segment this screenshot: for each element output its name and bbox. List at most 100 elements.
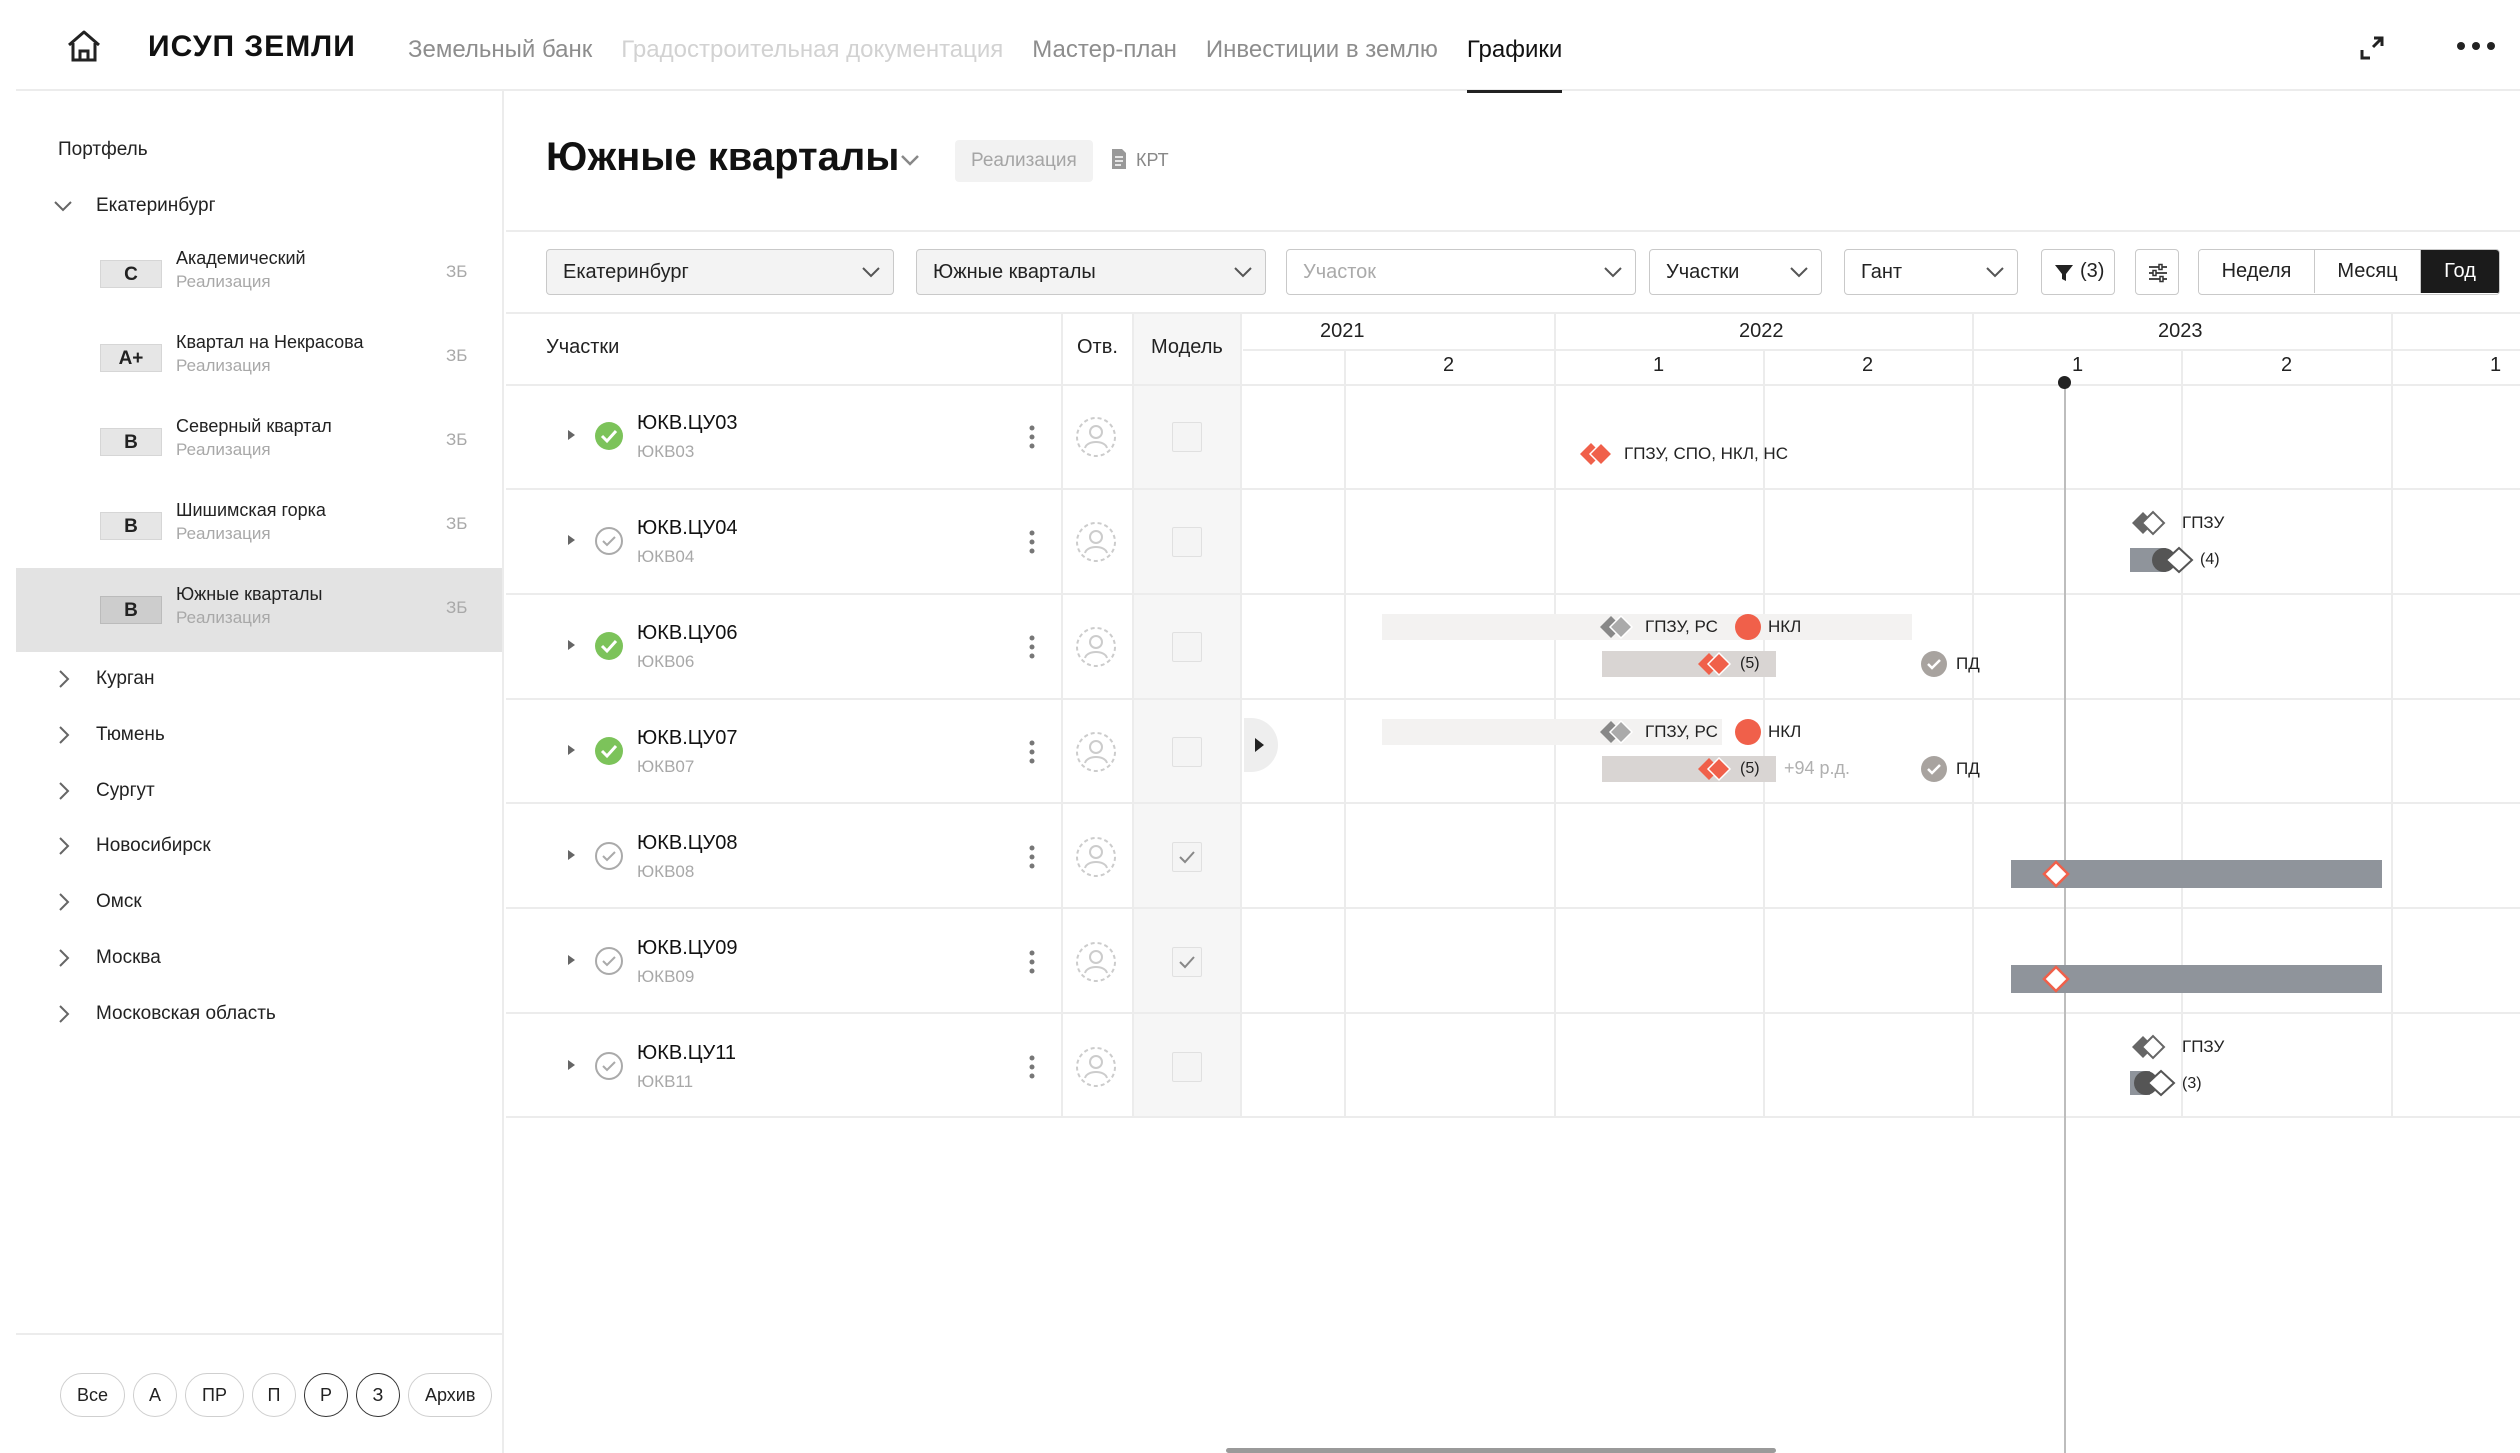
milestone-group-marker-overdue[interactable] — [1696, 651, 1736, 677]
sidebar-city-yekaterinburg[interactable]: Екатеринбург — [52, 191, 216, 221]
pill-archive[interactable]: Архив — [407, 1373, 493, 1417]
kebab-menu-icon[interactable] — [1027, 424, 1037, 450]
model-checkbox[interactable] — [1172, 527, 1202, 557]
sidebar-project-item-selected[interactable]: B Южные кварталы Реализация ЗБ — [16, 568, 502, 652]
nav-urban-docs[interactable]: Градостроительная документация — [621, 0, 1003, 91]
nav-master-plan[interactable]: Мастер-план — [1032, 0, 1177, 91]
avatar-placeholder-icon[interactable] — [1075, 836, 1117, 878]
milestone-diamond-overdue[interactable] — [2042, 860, 2070, 888]
sidebar-city-novosibirsk[interactable]: Новосибирск — [52, 831, 211, 861]
model-checkbox[interactable] — [1172, 1052, 1202, 1082]
model-checkbox[interactable] — [1172, 422, 1202, 452]
krt-doc-link[interactable]: КРТ — [1136, 150, 1169, 171]
timeline-year-divider — [2391, 314, 2393, 1117]
timeline-half: 1 — [2490, 354, 2502, 376]
model-checkbox[interactable] — [1172, 947, 1202, 977]
sidebar-city-moscow[interactable]: Москва — [52, 943, 161, 973]
pill-pr[interactable]: ПР — [185, 1373, 244, 1417]
project-name: Академический — [176, 248, 306, 268]
caret-right-icon[interactable] — [565, 953, 577, 967]
sidebar-city-moscow-region[interactable]: Московская область — [52, 999, 276, 1029]
nav-land-bank[interactable]: Земельный банк — [408, 0, 592, 91]
overdue-dot-icon[interactable] — [1734, 613, 1762, 641]
kebab-menu-icon[interactable] — [1027, 529, 1037, 555]
kebab-menu-icon[interactable] — [1027, 634, 1037, 660]
caret-right-icon[interactable] — [565, 428, 577, 442]
avatar-placeholder-icon[interactable] — [1075, 521, 1117, 563]
nav-land-investments[interactable]: Инвестиции в землю — [1206, 0, 1438, 91]
column-header-resp[interactable]: Отв. — [1077, 336, 1118, 359]
milestone-count: (4) — [2200, 551, 2220, 568]
sidebar-project-item[interactable]: B Шишимская горка Реализация ЗБ — [16, 484, 502, 568]
sidebar-city-omsk[interactable]: Омск — [52, 887, 142, 917]
pill-p[interactable]: П — [251, 1373, 296, 1417]
pill-z[interactable]: З — [355, 1373, 400, 1417]
column-header-model[interactable]: Модель — [1151, 336, 1223, 359]
milestone-group-marker-overdue[interactable] — [1696, 756, 1736, 782]
milestone-group-marker-overdue[interactable] — [1578, 441, 1618, 467]
project-select-value: Южные кварталы — [933, 261, 1096, 283]
brand-logo: ИСУП ЗЕМЛИ — [148, 30, 356, 63]
milestone-group-marker[interactable] — [2132, 1069, 2176, 1097]
project-select[interactable]: Южные кварталы — [916, 249, 1266, 295]
view-select[interactable]: Гант — [1844, 249, 2018, 295]
scale-year[interactable]: Год — [2421, 250, 2499, 293]
expand-icon[interactable] — [2358, 34, 2386, 62]
city-select[interactable]: Екатеринбург — [546, 249, 894, 295]
more-icon[interactable] — [2456, 40, 2496, 52]
model-checkbox[interactable] — [1172, 737, 1202, 767]
overdue-dot-icon[interactable] — [1734, 718, 1762, 746]
sidebar-project-item[interactable]: B Северный квартал Реализация ЗБ — [16, 400, 502, 484]
caret-right-icon[interactable] — [565, 1058, 577, 1072]
caret-right-icon[interactable] — [565, 848, 577, 862]
home-icon[interactable] — [64, 26, 104, 66]
milestone-diamond-overdue[interactable] — [2042, 965, 2070, 993]
caret-right-icon[interactable] — [565, 638, 577, 652]
timeline-half: 1 — [2072, 354, 2084, 376]
milestone-group-marker[interactable] — [2130, 1034, 2170, 1060]
milestone-group-marker[interactable] — [1598, 614, 1638, 640]
sidebar-project-item[interactable]: A+ Квартал на Некрасова Реализация ЗБ — [16, 316, 502, 400]
kebab-menu-icon[interactable] — [1027, 844, 1037, 870]
sidebar-city-surgut[interactable]: Сургут — [52, 776, 155, 806]
pill-a[interactable]: А — [133, 1373, 178, 1417]
check-circle-grey-icon[interactable] — [1920, 755, 1948, 783]
collapse-panel-handle[interactable] — [1244, 718, 1278, 772]
milestone-group-marker[interactable] — [1598, 719, 1638, 745]
model-checkbox[interactable] — [1172, 842, 1202, 872]
check-circle-grey-icon[interactable] — [1920, 650, 1948, 678]
column-settings-button[interactable] — [2135, 249, 2179, 295]
avatar-placeholder-icon[interactable] — [1075, 731, 1117, 773]
chevron-down-icon[interactable] — [898, 150, 922, 170]
avatar-placeholder-icon[interactable] — [1075, 416, 1117, 458]
kebab-menu-icon[interactable] — [1027, 1054, 1037, 1080]
avatar-placeholder-icon[interactable] — [1075, 626, 1117, 668]
model-checkbox[interactable] — [1172, 632, 1202, 662]
column-header-plots[interactable]: Участки — [546, 336, 619, 359]
kebab-menu-icon[interactable] — [1027, 949, 1037, 975]
sidebar-project-item[interactable]: C Академический Реализация ЗБ — [16, 232, 502, 316]
caret-right-icon[interactable] — [565, 533, 577, 547]
scale-month[interactable]: Месяц — [2315, 250, 2421, 293]
table-header-divider — [506, 384, 2520, 386]
timeline-year: 2023 — [2158, 320, 2203, 342]
kebab-menu-icon[interactable] — [1027, 739, 1037, 765]
project-status: Реализация — [176, 272, 271, 291]
milestone-group-marker[interactable] — [2150, 546, 2194, 574]
sidebar-city-kurgan[interactable]: Курган — [52, 664, 155, 694]
sidebar-city-label: Омск — [96, 891, 142, 912]
plot-select[interactable]: Участок — [1286, 249, 1636, 295]
pill-all[interactable]: Все — [60, 1373, 126, 1417]
nav-schedules[interactable]: Графики — [1466, 0, 1563, 93]
filter-button[interactable]: (3) — [2041, 249, 2115, 295]
avatar-placeholder-icon[interactable] — [1075, 941, 1117, 983]
milestone-group-marker[interactable] — [2130, 510, 2170, 536]
caret-right-icon[interactable] — [565, 743, 577, 757]
grouping-select[interactable]: Участки — [1649, 249, 1822, 295]
sidebar-city-tyumen[interactable]: Тюмень — [52, 720, 165, 750]
avatar-placeholder-icon[interactable] — [1075, 1046, 1117, 1088]
project-status: Реализация — [176, 440, 271, 459]
pill-r[interactable]: Р — [303, 1373, 348, 1417]
horizontal-scrollbar[interactable] — [1226, 1448, 1776, 1453]
scale-week[interactable]: Неделя — [2199, 250, 2315, 293]
